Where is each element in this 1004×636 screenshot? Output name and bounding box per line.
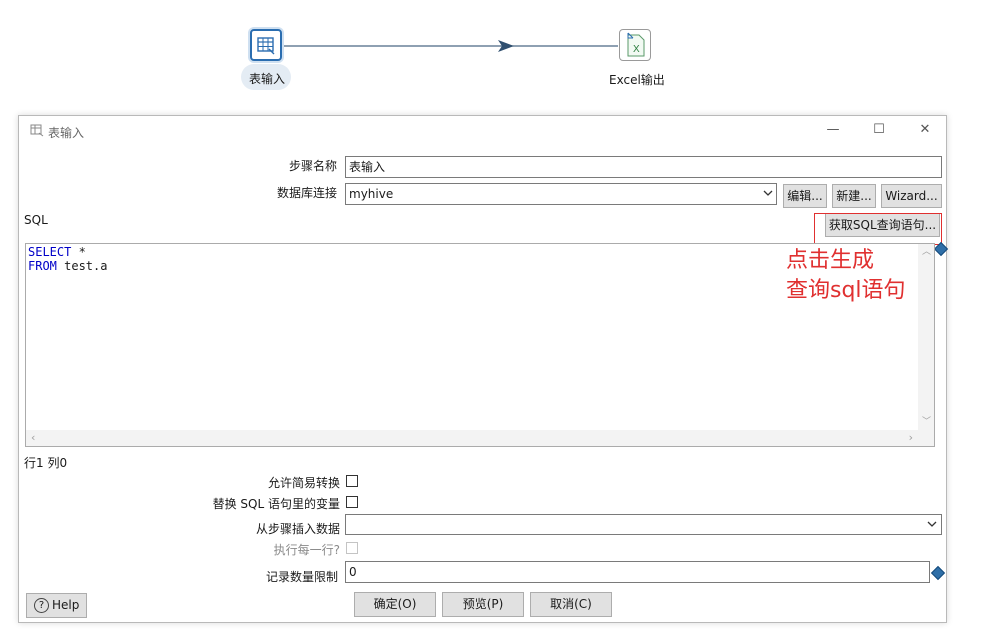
- excel-output-step-label: Excel输出: [609, 73, 665, 87]
- horizontal-scrollbar[interactable]: ‹ ›: [26, 430, 918, 446]
- chevron-down-icon: [927, 521, 937, 527]
- execute-each-row-label: 执行每一行?: [273, 543, 340, 557]
- replace-variables-label: 替换 SQL 语句里的变量: [212, 497, 340, 511]
- cancel-button[interactable]: 取消(C): [530, 592, 612, 617]
- annotation-line-2: 查询sql语句: [786, 278, 906, 303]
- ok-button[interactable]: 确定(O): [354, 592, 436, 617]
- table-input-step-label: 表输入: [249, 72, 286, 86]
- annotation-line-1: 点击生成: [786, 248, 875, 273]
- sql-line-2: FROM test.a: [28, 259, 108, 273]
- close-icon[interactable]: ✕: [915, 122, 935, 138]
- table-input-title-icon: [30, 124, 44, 137]
- new-connection-button[interactable]: 新建...: [832, 184, 876, 208]
- chevron-down-icon: [763, 190, 773, 196]
- scroll-down-icon[interactable]: ﹀: [922, 418, 931, 427]
- table-input-step-icon[interactable]: [250, 29, 282, 61]
- excel-file-icon: X: [627, 32, 645, 57]
- vertical-scrollbar[interactable]: ︿ ﹀: [918, 244, 934, 431]
- cursor-position: 行1 列0: [24, 456, 68, 470]
- annotation-text: 点击生成 查询sql语句: [786, 246, 906, 306]
- maximize-icon[interactable]: ☐: [869, 122, 889, 138]
- minimize-icon[interactable]: —: [823, 122, 843, 138]
- table-grid-icon: [257, 37, 275, 55]
- sql-line-1: SELECT *: [28, 245, 86, 259]
- dialog-titlebar: 表输入 — ☐ ✕: [19, 116, 946, 144]
- execute-each-row-checkbox[interactable]: [346, 542, 358, 554]
- insert-from-step-select[interactable]: [345, 514, 942, 535]
- variable-indicator-icon: [930, 565, 946, 581]
- lazy-conversion-checkbox[interactable]: [346, 475, 358, 487]
- insert-from-step-label: 从步骤插入数据: [255, 522, 340, 536]
- step-name-label: 步骤名称: [288, 159, 337, 173]
- annotation-highlight-box: [814, 213, 942, 245]
- db-connection-value: myhive: [349, 187, 394, 201]
- table-input-dialog: 表输入 — ☐ ✕ 步骤名称 表输入 数据库连接 myhive 编辑... 新建…: [18, 115, 949, 623]
- help-icon: ?: [34, 598, 49, 613]
- help-button[interactable]: ? Help: [26, 593, 87, 618]
- lazy-conversion-label: 允许简易转换: [267, 476, 340, 490]
- svg-text:X: X: [633, 44, 640, 55]
- hop-arrow[interactable]: [284, 38, 620, 54]
- scroll-up-icon[interactable]: ︿: [922, 248, 931, 257]
- scroll-right-icon[interactable]: ›: [909, 432, 913, 443]
- sql-label: SQL: [24, 213, 48, 227]
- limit-size-label: 记录数量限制: [265, 570, 338, 584]
- db-connection-select[interactable]: myhive: [345, 183, 777, 205]
- db-connection-label: 数据库连接: [276, 186, 337, 200]
- replace-variables-checkbox[interactable]: [346, 496, 358, 508]
- edit-connection-button[interactable]: 编辑...: [783, 184, 827, 208]
- scrollbar-corner: [918, 430, 934, 446]
- scroll-left-icon[interactable]: ‹: [31, 432, 35, 443]
- preview-button[interactable]: 预览(P): [442, 592, 524, 617]
- excel-output-step-icon[interactable]: X: [619, 29, 651, 61]
- dialog-title: 表输入: [48, 126, 85, 140]
- limit-size-input[interactable]: 0: [345, 561, 930, 583]
- wizard-button[interactable]: Wizard...: [881, 184, 942, 208]
- step-name-input[interactable]: 表输入: [345, 156, 942, 178]
